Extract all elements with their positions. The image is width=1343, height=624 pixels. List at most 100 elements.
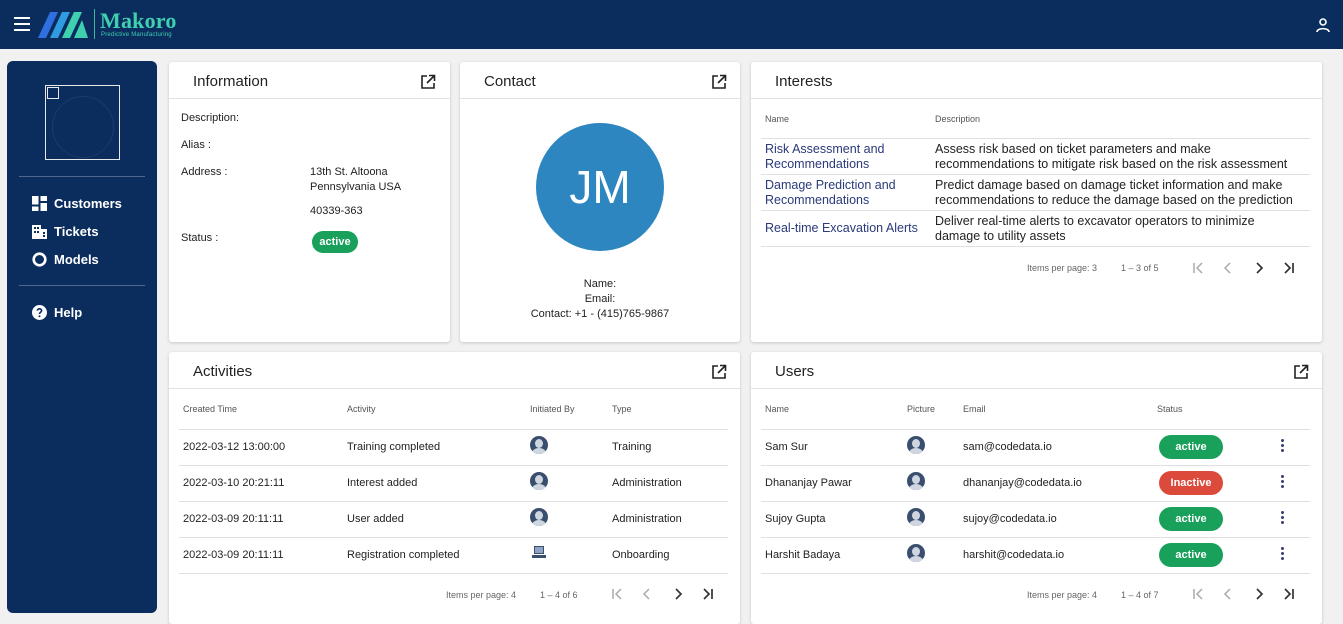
created-time-cell: 2022-03-12 13:00:00 (183, 441, 286, 453)
column-header-name: Name (765, 114, 790, 124)
open-in-new-icon[interactable] (420, 74, 436, 90)
user-name-cell: Harshit Badaya (765, 549, 841, 561)
status-badge: active (1159, 507, 1223, 531)
next-page-icon[interactable] (671, 587, 685, 601)
items-per-page[interactable]: Items per page: 4 (446, 590, 516, 600)
type-cell: Onboarding (612, 549, 670, 561)
user-avatar (907, 436, 925, 454)
interest-description: Predict damage based on damage ticket in… (935, 178, 1293, 208)
status-badge: active (312, 231, 358, 253)
brand-tagline: Predictive Manufacturing (101, 32, 172, 38)
column-header-created-time: Created Time (183, 404, 238, 414)
page-range: 1 – 3 of 5 (1121, 263, 1159, 273)
interest-name-link[interactable]: Damage Prediction and Recommendations (765, 178, 896, 208)
next-page-icon[interactable] (1252, 587, 1266, 601)
user-email-cell: sujoy@codedata.io (963, 513, 1057, 525)
more-vert-icon[interactable] (1281, 475, 1285, 489)
interest-description-line: recommendations to mitigate risk based o… (935, 157, 1288, 171)
account-icon[interactable] (1315, 17, 1331, 33)
person-icon (530, 472, 548, 490)
contact-card: Contact JM Name: Email: Contact: +1 - (4… (460, 62, 740, 342)
type-cell: Training (612, 441, 652, 453)
sidebar-item-models[interactable]: Models (32, 252, 99, 267)
interest-name-link[interactable]: Real-time Excavation Alerts (765, 221, 918, 236)
column-header-activity: Activity (347, 404, 376, 414)
row-divider (761, 210, 1310, 211)
card-title: Activities (193, 363, 253, 380)
more-vert-icon[interactable] (1281, 439, 1285, 453)
open-in-new-icon[interactable] (1293, 364, 1309, 380)
row-divider (179, 573, 728, 574)
interest-name-line: Damage Prediction and (765, 178, 896, 192)
sidebar-item-tickets[interactable]: Tickets (32, 224, 99, 239)
items-per-page[interactable]: Items per page: 3 (1027, 263, 1097, 273)
card-title: Interests (775, 73, 833, 90)
last-page-icon[interactable] (1282, 261, 1296, 275)
interest-name-link[interactable]: Risk Assessment and Recommendations (765, 142, 885, 172)
computer-icon (532, 546, 546, 558)
first-page-icon[interactable] (1191, 587, 1205, 601)
interest-description-line: Deliver real-time alerts to excavator op… (935, 214, 1255, 228)
column-header-description: Description (935, 114, 981, 124)
help-icon (32, 305, 47, 320)
user-email-cell: dhananjay@codedata.io (963, 477, 1082, 489)
contact-email: Email: (584, 293, 616, 305)
hamburger-icon[interactable] (14, 17, 30, 31)
user-name-cell: Sam Sur (765, 441, 808, 453)
row-divider (179, 501, 728, 502)
row-divider (761, 138, 1310, 139)
sidebar-item-label: Models (54, 252, 99, 267)
row-divider (761, 537, 1310, 538)
circle-icon (32, 252, 47, 267)
interest-name-line: Risk Assessment and (765, 142, 885, 156)
items-per-page[interactable]: Items per page: 4 (1027, 590, 1097, 600)
column-header-initiated-by: Initiated By (530, 404, 575, 414)
interest-name-line: Recommendations (765, 193, 870, 207)
address-line-3: 40339-363 (310, 205, 363, 217)
interest-description: Deliver real-time alerts to excavator op… (935, 214, 1255, 244)
address-line-1: 13th St. Altoona (310, 166, 388, 178)
status-badge: Inactive (1159, 471, 1223, 495)
open-in-new-icon[interactable] (711, 364, 727, 380)
previous-page-icon[interactable] (640, 587, 654, 601)
interest-description-line: Assess risk based on ticket parameters a… (935, 142, 1211, 156)
next-page-icon[interactable] (1252, 261, 1266, 275)
information-card: Information Description: Alias : Address… (169, 62, 450, 342)
page-range: 1 – 4 of 7 (1121, 590, 1159, 600)
card-header: Activities (169, 352, 740, 389)
open-in-new-icon[interactable] (711, 74, 727, 90)
interest-description: Assess risk based on ticket parameters a… (935, 142, 1287, 172)
dashboard-icon (32, 196, 47, 211)
card-header: Interests (751, 62, 1322, 99)
row-divider (761, 573, 1310, 574)
makoro-logo-icon (38, 12, 88, 38)
sidebar-item-customers[interactable]: Customers (32, 196, 122, 211)
more-vert-icon[interactable] (1281, 511, 1285, 525)
first-page-icon[interactable] (1191, 261, 1205, 275)
card-title: Users (775, 363, 815, 380)
row-divider (761, 465, 1310, 466)
first-page-icon[interactable] (610, 587, 624, 601)
more-vert-icon[interactable] (1281, 547, 1285, 561)
person-icon (530, 508, 548, 526)
status-label: Status : (181, 232, 219, 244)
activity-cell: Training completed (347, 441, 441, 453)
user-avatar (907, 508, 925, 526)
sidebar-item-help[interactable]: Help (32, 305, 82, 320)
previous-page-icon[interactable] (1221, 261, 1235, 275)
created-time-cell: 2022-03-09 20:11:11 (183, 513, 284, 525)
contact-name: Name: (583, 278, 617, 290)
card-header: Users (751, 352, 1322, 389)
card-header: Contact (460, 62, 740, 99)
logo-divider (94, 9, 95, 39)
activity-cell: Interest added (347, 477, 418, 489)
previous-page-icon[interactable] (1221, 587, 1235, 601)
last-page-icon[interactable] (701, 587, 715, 601)
user-name-cell: Sujoy Gupta (765, 513, 826, 525)
last-page-icon[interactable] (1282, 587, 1296, 601)
created-time-cell: 2022-03-10 20:21:11 (183, 477, 285, 489)
sidebar-item-label: Customers (54, 196, 122, 211)
row-divider (761, 246, 1310, 247)
status-badge: active (1159, 543, 1223, 567)
user-name-cell: Dhananjay Pawar (765, 477, 852, 489)
